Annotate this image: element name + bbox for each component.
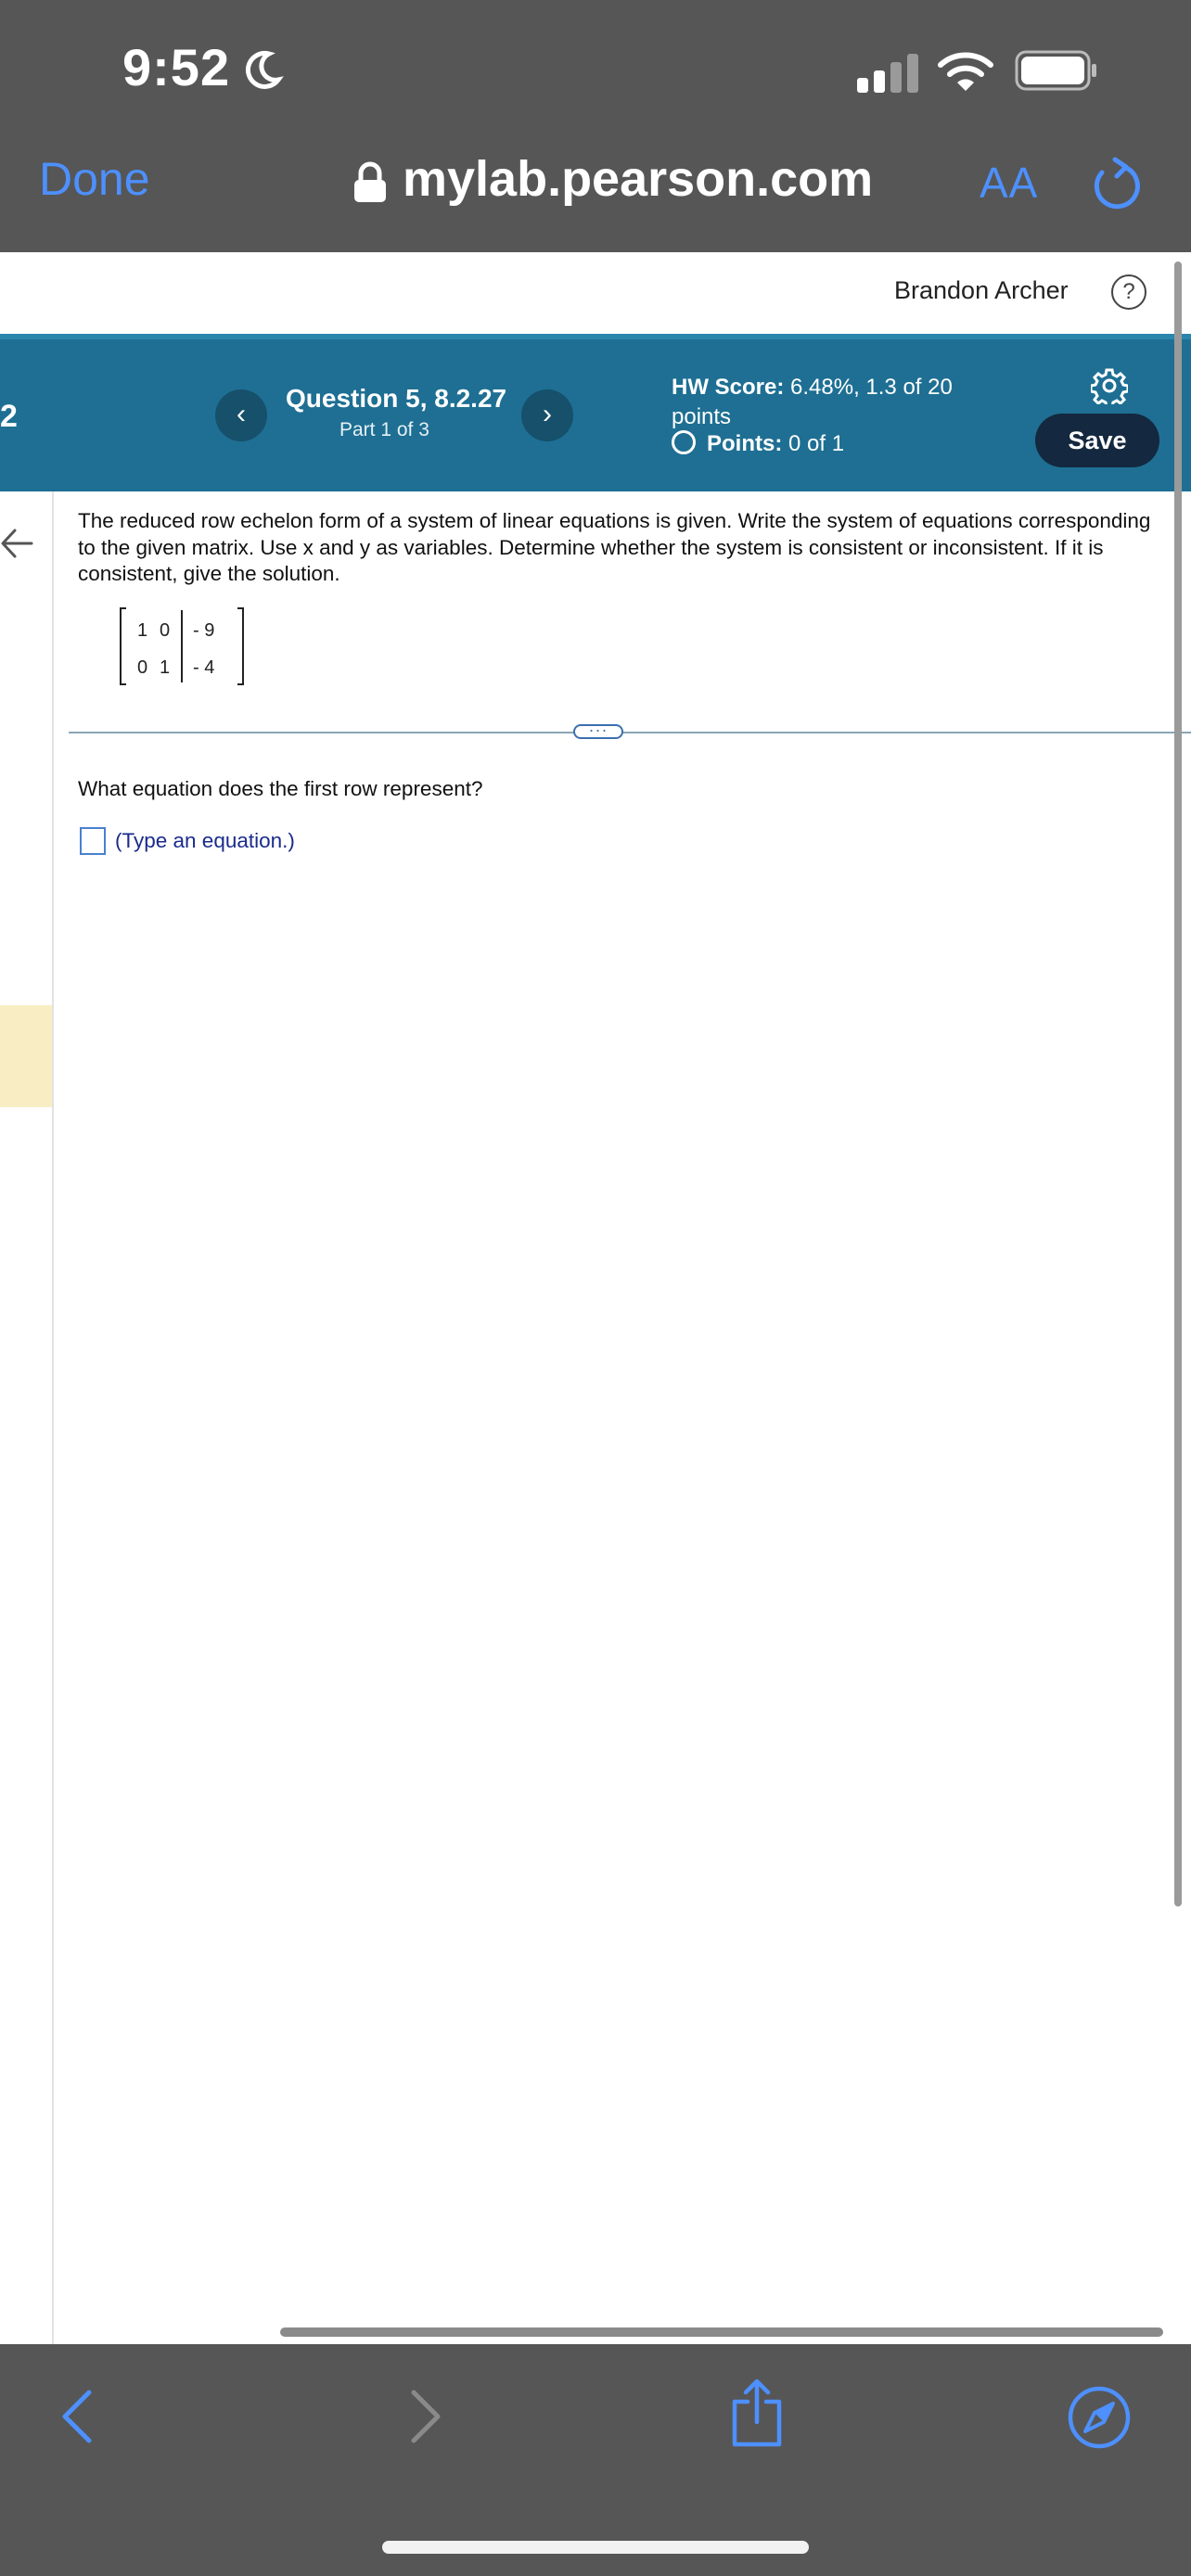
status-time: 9:52 bbox=[122, 38, 231, 96]
user-name[interactable]: Brandon Archer bbox=[894, 276, 1069, 305]
text-size-button[interactable]: AA bbox=[980, 158, 1038, 208]
signal-icon bbox=[857, 54, 918, 93]
back-arrow-icon[interactable] bbox=[0, 521, 37, 566]
horizontal-scrollbar[interactable] bbox=[280, 2327, 1163, 2337]
question-part: Part 1 of 3 bbox=[339, 419, 429, 440]
lock-icon bbox=[354, 161, 386, 202]
battery-icon bbox=[1015, 50, 1096, 91]
wifi-icon bbox=[938, 52, 993, 91]
next-question-button[interactable]: › bbox=[521, 389, 573, 441]
augmented-matrix: 1 0 - 9 0 1 - 4 bbox=[120, 607, 244, 685]
points-row: Points: 0 of 1 bbox=[672, 430, 844, 457]
points-status-icon bbox=[672, 430, 696, 454]
save-button[interactable]: Save bbox=[1035, 414, 1159, 467]
moon-icon bbox=[245, 50, 284, 89]
question-title: Question 5, 8.2.27 bbox=[286, 384, 507, 413]
rail-highlight bbox=[0, 1005, 52, 1107]
nav-back-icon[interactable] bbox=[59, 2389, 96, 2444]
question-bar bbox=[0, 334, 1191, 491]
matrix-cell: 1 bbox=[137, 620, 147, 641]
previous-question-button[interactable]: ‹ bbox=[215, 389, 267, 441]
matrix-cell: 0 bbox=[137, 657, 147, 678]
home-indicator bbox=[382, 2541, 809, 2554]
question-prompt: The reduced row echelon form of a system… bbox=[78, 509, 1151, 585]
gear-icon[interactable] bbox=[1091, 367, 1128, 404]
nav-forward-icon[interactable] bbox=[406, 2389, 443, 2444]
matrix-cell: 1 bbox=[160, 657, 170, 678]
question-number-edge: 2 bbox=[0, 399, 18, 434]
section-divider bbox=[69, 732, 1191, 733]
matrix-cell: 0 bbox=[160, 620, 170, 641]
answer-input[interactable] bbox=[80, 827, 106, 855]
expand-handle[interactable]: ··· bbox=[573, 721, 623, 739]
help-icon[interactable]: ? bbox=[1111, 274, 1146, 310]
compass-icon[interactable] bbox=[1067, 2385, 1132, 2450]
points-label: Points: bbox=[707, 431, 783, 456]
hw-score-label: HW Score: bbox=[672, 375, 785, 400]
answer-hint: (Type an equation.) bbox=[115, 829, 295, 852]
reload-icon[interactable] bbox=[1091, 156, 1141, 210]
matrix-cell: - 9 bbox=[193, 620, 214, 641]
sub-question: What equation does the first row represe… bbox=[78, 777, 483, 800]
url-field[interactable]: mylab.pearson.com bbox=[403, 150, 873, 208]
left-rail bbox=[0, 491, 54, 2344]
hw-score: HW Score: 6.48%, 1.3 of 20 points bbox=[672, 373, 978, 432]
done-button[interactable]: Done bbox=[39, 152, 150, 206]
matrix-cell: - 4 bbox=[193, 657, 214, 678]
points-value: 0 of 1 bbox=[782, 431, 845, 456]
share-icon[interactable] bbox=[729, 2378, 785, 2448]
vertical-scrollbar[interactable] bbox=[1174, 261, 1182, 1906]
